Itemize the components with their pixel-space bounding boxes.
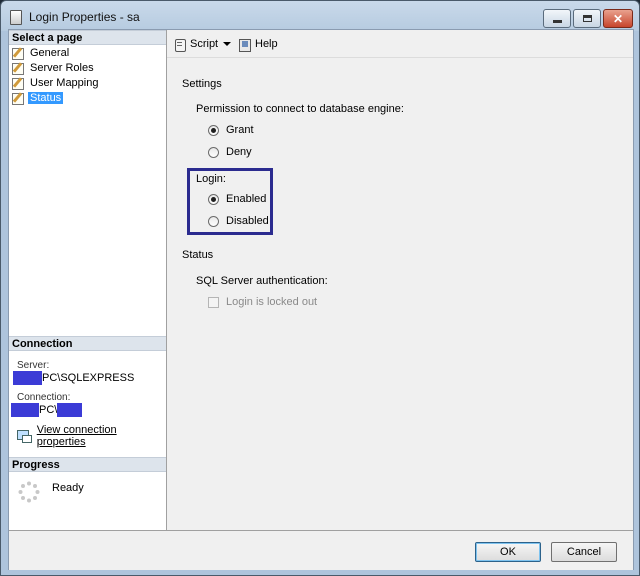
script-icon (173, 38, 186, 52)
page-wrench-icon (11, 62, 25, 75)
server-value-row: PC\SQLEXPRESS (13, 371, 134, 385)
dialog-client: Select a page General Server Roles User … (8, 29, 634, 570)
toolbar: Script Help (167, 30, 633, 58)
locked-out-option: Login is locked out (208, 296, 317, 308)
minimize-button[interactable] (543, 9, 571, 28)
title-bar[interactable]: Login Properties - sa ✕ (1, 1, 639, 31)
help-button[interactable]: Help (238, 36, 278, 52)
redaction-block (57, 403, 83, 417)
view-connection-properties-row[interactable]: View connection properties (17, 424, 166, 448)
server-label: Server: (17, 360, 50, 371)
grant-radio[interactable] (208, 124, 219, 136)
locked-out-checkbox (208, 296, 219, 308)
maximize-button[interactable] (573, 9, 601, 28)
help-book-icon (238, 38, 252, 52)
app-icon (10, 10, 22, 25)
connection-value-row: PC\ (11, 403, 83, 417)
disabled-radio[interactable] (208, 215, 219, 227)
permission-grant-option[interactable]: Grant (208, 124, 254, 136)
connection-label: Connection: (17, 392, 71, 403)
page-wrench-icon (11, 92, 25, 105)
script-dropdown-button[interactable] (223, 36, 231, 52)
redaction-block (13, 371, 42, 385)
view-connection-properties-link[interactable]: View connection properties (37, 424, 166, 448)
settings-heading: Settings (182, 78, 222, 90)
script-button[interactable]: Script (173, 36, 218, 52)
button-bar: OK Cancel (9, 530, 633, 570)
close-button[interactable]: ✕ (603, 9, 633, 28)
page-item-server-roles[interactable]: Server Roles (11, 61, 96, 75)
close-icon: ✕ (612, 11, 624, 26)
deny-radio[interactable] (208, 146, 219, 158)
login-enabled-option[interactable]: Enabled (208, 193, 266, 205)
connection-header: Connection (9, 336, 166, 351)
connection-value: PC\ (39, 403, 58, 416)
help-label: Help (255, 38, 278, 50)
enabled-radio[interactable] (208, 193, 219, 205)
maximize-icon (582, 15, 592, 22)
progress-spinner-icon (18, 481, 40, 503)
page-wrench-icon (11, 77, 25, 90)
redaction-block (11, 403, 39, 417)
progress-header: Progress (9, 457, 166, 472)
right-pane: Script Help Settings Permission to conne… (167, 30, 633, 530)
window-title: Login Properties - sa (29, 10, 140, 24)
server-value: PC\SQLEXPRESS (42, 371, 135, 384)
permission-deny-option[interactable]: Deny (208, 146, 252, 158)
cancel-button[interactable]: Cancel (551, 542, 617, 562)
permission-label: Permission to connect to database engine… (196, 103, 404, 115)
dialog-window: Login Properties - sa ✕ Select a page Ge… (0, 0, 640, 576)
dropdown-arrow-icon (223, 42, 231, 46)
minimize-icon (552, 20, 562, 23)
sql-auth-label: SQL Server authentication: (196, 275, 328, 287)
page-item-general[interactable]: General (11, 46, 71, 60)
connection-properties-icon (17, 430, 32, 443)
select-page-header: Select a page (9, 30, 166, 45)
login-disabled-option[interactable]: Disabled (208, 215, 269, 227)
page-wrench-icon (11, 47, 25, 60)
progress-status: Ready (52, 482, 84, 494)
login-label: Login: (196, 173, 226, 185)
ok-button[interactable]: OK (475, 542, 541, 562)
page-item-status[interactable]: Status (11, 91, 64, 105)
script-label: Script (190, 38, 219, 50)
status-heading: Status (182, 249, 214, 261)
left-pane: Select a page General Server Roles User … (9, 30, 167, 530)
page-item-user-mapping[interactable]: User Mapping (11, 76, 100, 90)
